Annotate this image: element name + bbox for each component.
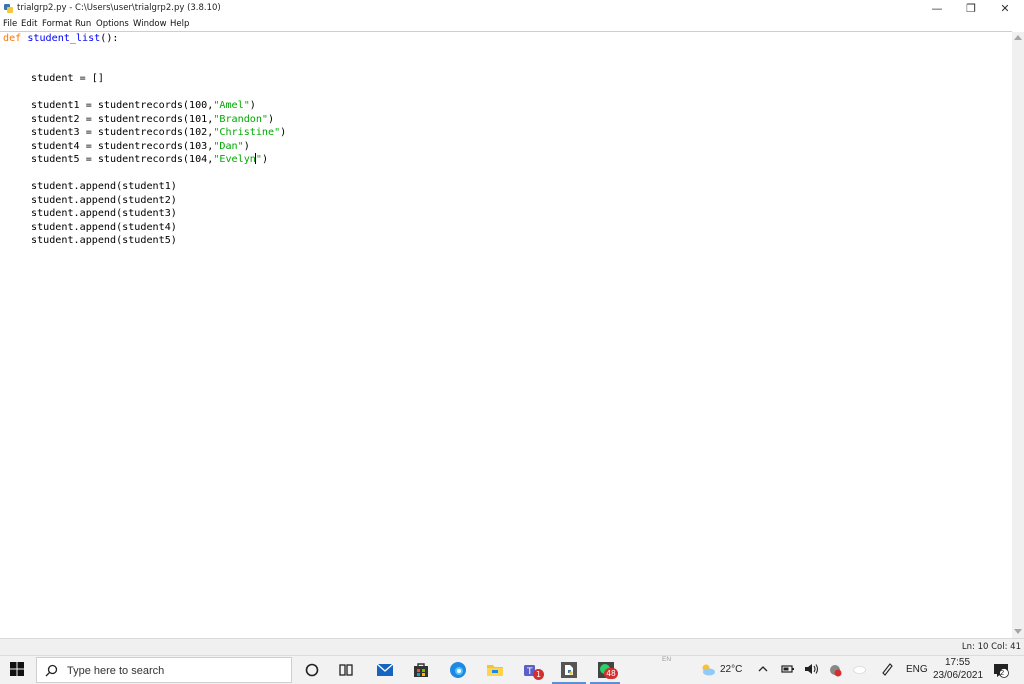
volume-icon[interactable] (803, 662, 819, 676)
code-token: student5 = studentrecords(104, (31, 154, 214, 165)
taskbar: T 1 48 EN 22°C ENG 17:55 (0, 655, 1024, 684)
onedrive-icon[interactable] (852, 663, 866, 675)
taskbar-search-box[interactable] (36, 657, 292, 683)
code-token: ) (243, 141, 250, 152)
menu-help[interactable]: Help (170, 19, 189, 29)
restore-button[interactable]: ❐ (954, 0, 988, 18)
chevron-up-icon[interactable] (757, 663, 769, 675)
code-token: ) (261, 154, 269, 165)
code-line: student.append(student5) (31, 235, 177, 246)
code-line: student.append(student2) (31, 195, 177, 206)
close-button[interactable]: ✕ (988, 0, 1022, 18)
svg-text:T: T (526, 667, 533, 677)
string-literal: "Christine" (213, 127, 281, 138)
weather-icon[interactable] (700, 662, 716, 678)
vertical-scrollbar[interactable] (1012, 32, 1024, 638)
clock-date[interactable]: 23/06/2021 (933, 670, 983, 681)
code-token: ) (249, 100, 256, 111)
code-line: student = [] (31, 73, 104, 84)
language-indicator[interactable]: ENG (906, 664, 928, 675)
pen-icon[interactable] (880, 662, 894, 676)
whatsapp-badge: 48 (604, 668, 618, 679)
menu-file[interactable]: File (3, 19, 17, 29)
menu-format[interactable]: Format (42, 19, 72, 29)
string-literal: "Dan" (213, 141, 244, 152)
weather-temperature[interactable]: 22°C (720, 664, 742, 675)
function-name: student_list (27, 33, 101, 44)
clock-time[interactable]: 17:55 (945, 657, 970, 668)
code-line: def student_list(): (3, 32, 118, 45)
code-token: student2 = studentrecords(101, (31, 114, 214, 125)
scroll-up-arrow-icon[interactable] (1014, 35, 1022, 40)
windows-start-icon[interactable] (9, 661, 25, 677)
store-icon[interactable] (412, 661, 430, 679)
string-literal: "Evelyn (213, 154, 256, 165)
menu-window[interactable]: Window (133, 19, 167, 29)
string-literal: "Brandon" (213, 114, 269, 125)
file-explorer-icon[interactable] (486, 661, 504, 679)
string-literal: "Amel" (213, 100, 250, 111)
code-token: student4 = studentrecords(103, (31, 141, 214, 152)
keyword: def (3, 33, 22, 44)
scroll-down-arrow-icon[interactable] (1014, 629, 1022, 634)
code-token: ) (280, 127, 287, 138)
menu-options[interactable]: Options (96, 19, 129, 29)
search-icon (45, 664, 58, 677)
menu-edit[interactable]: Edit (21, 19, 37, 29)
cursor-position: Ln: 10 Col: 41 (961, 642, 1021, 652)
ime-indicator: EN (662, 656, 672, 663)
teams-badge: 1 (533, 669, 544, 680)
code-token: (): (100, 33, 119, 44)
code-line: student.append(student1) (31, 181, 177, 192)
code-line: student.append(student3) (31, 208, 177, 219)
search-input[interactable] (65, 662, 289, 680)
code-line: student5 = studentrecords(104,"Evelyn") (31, 153, 268, 166)
code-token: student3 = studentrecords(102, (31, 127, 214, 138)
menu-bar: File Edit Format Run Options Window Help (0, 18, 1024, 31)
minimize-button[interactable]: — (920, 0, 954, 18)
notification-count: 2 (1000, 668, 1005, 677)
code-line: student3 = studentrecords(102,"Christine… (31, 126, 286, 139)
code-line: student1 = studentrecords(100,"Amel") (31, 99, 256, 112)
menu-run[interactable]: Run (75, 19, 91, 29)
window-title: trialgrp2.py - C:\Users\user\trialgrp2.p… (17, 3, 221, 13)
code-editor[interactable]: def student_list(): student = [] student… (0, 32, 1012, 638)
edge-browser-icon[interactable] (449, 661, 467, 679)
code-line: student.append(student4) (31, 222, 177, 233)
status-bar: Ln: 10 Col: 41 (0, 638, 1024, 655)
code-line: student4 = studentrecords(103,"Dan") (31, 140, 250, 153)
code-area[interactable]: def student_list(): student = [] student… (0, 32, 1010, 632)
python-file-icon (4, 4, 13, 13)
mail-icon[interactable] (376, 661, 394, 679)
code-token: student1 = studentrecords(100, (31, 100, 214, 111)
sync-error-icon[interactable] (828, 663, 842, 677)
battery-icon[interactable] (781, 663, 795, 675)
title-bar: trialgrp2.py - C:\Users\user\trialgrp2.p… (0, 0, 1024, 18)
cortana-icon[interactable] (303, 661, 321, 679)
code-token: ) (268, 114, 275, 125)
task-view-icon[interactable] (337, 661, 355, 679)
code-line: student2 = studentrecords(101,"Brandon") (31, 113, 274, 126)
idle-python-icon[interactable] (560, 661, 578, 679)
